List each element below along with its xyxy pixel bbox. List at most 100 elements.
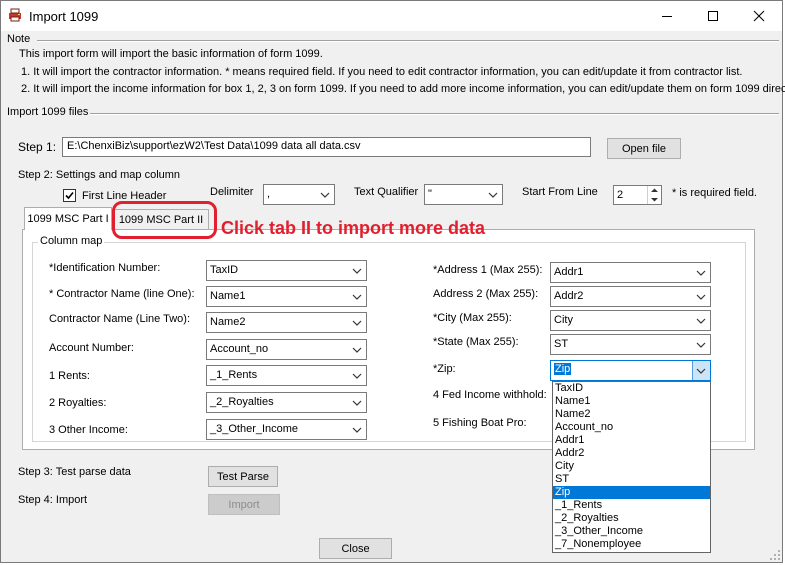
rents-select[interactable]: _1_Rents	[206, 365, 367, 386]
chevron-down-icon	[352, 320, 362, 326]
state-label: *State (Max 255):	[433, 336, 519, 348]
zip-option[interactable]: _7_Nonemployee	[553, 538, 710, 551]
zip-option[interactable]: _1_Rents	[553, 499, 710, 512]
maximize-icon	[708, 11, 718, 21]
zip-option[interactable]: Zip	[553, 486, 710, 499]
minimize-icon	[662, 16, 672, 17]
close-icon	[753, 10, 765, 22]
chevron-down-icon	[352, 400, 362, 406]
chevron-down-icon	[696, 342, 706, 348]
chevron-down-icon	[696, 318, 706, 324]
note-divider	[37, 40, 779, 42]
chevron-down-icon	[696, 368, 706, 374]
start-from-line-spinner[interactable]: 2	[613, 185, 662, 205]
zip-option[interactable]: _3_Other_Income	[553, 525, 710, 538]
contractor-name-line-one-value: Name1	[210, 290, 246, 302]
other-income-value: _3_Other_Income	[210, 423, 299, 435]
column-map-label: Column map	[38, 235, 105, 247]
identification-number-select[interactable]: TaxID	[206, 260, 367, 281]
zip-option[interactable]: Addr2	[553, 447, 710, 460]
note-line-2: 2. It will import the income information…	[21, 83, 785, 95]
chevron-down-icon	[320, 192, 330, 198]
annotation-text: Click tab II to import more data	[221, 218, 486, 238]
annotation-highlight-ring	[112, 201, 217, 239]
zip-option[interactable]: ST	[553, 473, 710, 486]
city-value: City	[554, 314, 573, 326]
zip-option[interactable]: Name2	[553, 408, 710, 421]
zip-option[interactable]: TaxID	[553, 382, 710, 395]
chevron-down-icon	[352, 268, 362, 274]
zip-option[interactable]: Name1	[553, 395, 710, 408]
spinner-buttons[interactable]	[647, 186, 661, 204]
contractor-name-line-one-select[interactable]: Name1	[206, 286, 367, 307]
royalties-select[interactable]: _2_Royalties	[206, 392, 367, 413]
note-line-0: This import form will import the basic i…	[19, 48, 323, 60]
spin-down-icon[interactable]	[648, 195, 661, 204]
other-income-select[interactable]: _3_Other_Income	[206, 419, 367, 440]
window-title: Import 1099	[29, 9, 99, 24]
file-path-input[interactable]: E:\ChenxiBiz\support\ezW2\Test Data\1099…	[62, 137, 591, 157]
import-button[interactable]: Import	[208, 494, 280, 515]
zip-select[interactable]: Zip	[550, 360, 711, 381]
import-divider	[90, 113, 779, 115]
account-number-select[interactable]: Account_no	[206, 339, 367, 360]
printer-icon	[9, 8, 21, 22]
open-file-button[interactable]: Open file	[607, 138, 681, 159]
chevron-down-icon	[352, 373, 362, 379]
required-field-note: * is required field.	[672, 187, 757, 199]
zip-dropdown-button[interactable]	[692, 361, 710, 380]
zip-value: Zip	[554, 363, 572, 375]
chevron-down-icon	[352, 294, 362, 300]
close-window-button[interactable]	[736, 1, 782, 31]
step3-label: Step 3: Test parse data	[18, 466, 131, 478]
text-qualifier-value: "	[428, 188, 432, 200]
maximize-button[interactable]	[690, 1, 736, 31]
zip-option[interactable]: City	[553, 460, 710, 473]
identification-number-value: TaxID	[210, 264, 239, 276]
delimiter-select[interactable]: ,	[263, 184, 335, 205]
start-from-line-value: 2	[617, 189, 624, 201]
account-number-label: Account Number:	[49, 342, 134, 354]
file-path-value: E:\ChenxiBiz\support\ezW2\Test Data\1099…	[67, 140, 361, 152]
zip-dropdown-list: TaxID Name1 Name2 Account_no Addr1 Addr2 City S…	[552, 381, 711, 553]
spin-up-icon[interactable]	[648, 186, 661, 195]
state-select[interactable]: ST	[550, 334, 711, 355]
text-qualifier-label: Text Qualifier	[354, 186, 419, 198]
rents-value: _1_Rents	[210, 369, 258, 381]
title-bar[interactable]: Import 1099	[1, 1, 782, 31]
resize-grip-icon[interactable]	[769, 549, 781, 561]
test-parse-button[interactable]: Test Parse	[208, 466, 278, 487]
state-value: ST	[554, 338, 569, 350]
zip-option[interactable]: _2_Royalties	[553, 512, 710, 525]
open-file-label: Open file	[621, 142, 667, 155]
chevron-down-icon	[352, 427, 362, 433]
step4-label: Step 4: Import	[18, 494, 88, 506]
chevron-down-icon	[696, 294, 706, 300]
zip-label: *Zip:	[433, 363, 456, 375]
contractor-name-line-one-label: * Contractor Name (line One):	[49, 288, 195, 300]
city-select[interactable]: City	[550, 310, 711, 331]
zip-option[interactable]: Account_no	[553, 421, 710, 434]
identification-number-label: *Identification Number:	[49, 262, 161, 274]
text-qualifier-select[interactable]: "	[424, 184, 503, 205]
import-files-label: Import 1099 files	[7, 106, 89, 118]
start-from-line-label: Start From Line	[522, 186, 598, 198]
other-income-label: 3 Other Income:	[49, 424, 128, 436]
minimize-button[interactable]	[644, 1, 690, 31]
fed-income-withhold-label: 4 Fed Income withhold:	[433, 389, 547, 401]
address1-value: Addr1	[554, 266, 584, 278]
close-label: Close	[341, 542, 370, 555]
first-line-header-checkbox[interactable]	[63, 189, 76, 202]
import-label: Import	[228, 498, 260, 511]
contractor-name-line-two-label: Contractor Name (Line Two):	[49, 313, 191, 325]
address2-value: Addr2	[554, 290, 584, 302]
account-number-value: Account_no	[210, 343, 269, 355]
address2-select[interactable]: Addr2	[550, 286, 711, 307]
tab-1099-msc-part-i[interactable]: 1099 MSC Part I	[24, 207, 112, 230]
close-button[interactable]: Close	[319, 538, 392, 559]
address1-select[interactable]: Addr1	[550, 262, 711, 283]
contractor-name-line-two-select[interactable]: Name2	[206, 312, 367, 333]
chevron-down-icon	[352, 347, 362, 353]
zip-option[interactable]: Addr1	[553, 434, 710, 447]
delimiter-label: Delimiter	[210, 186, 254, 198]
